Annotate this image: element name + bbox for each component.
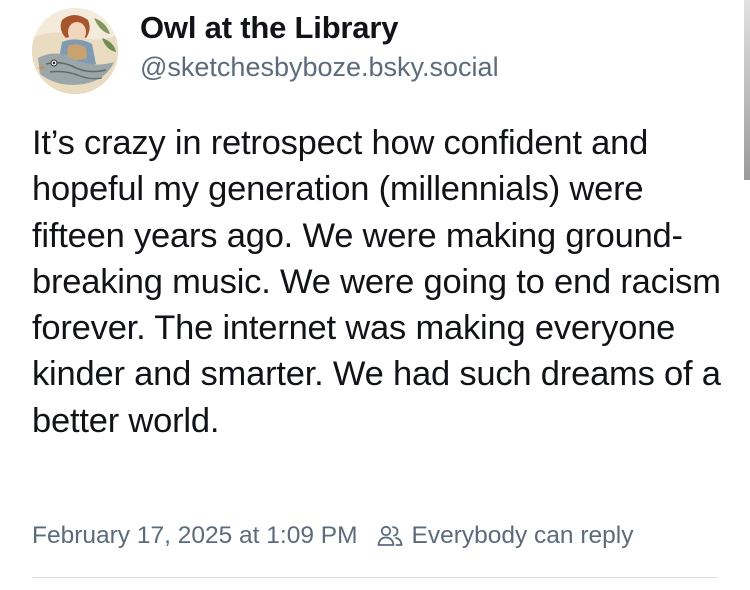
post-meta: February 17, 2025 at 1:09 PM Everybody c…	[32, 522, 633, 550]
divider	[32, 577, 718, 578]
reply-setting-label: Everybody can reply	[411, 522, 634, 549]
post-text: It’s crazy in retrospect how confident a…	[32, 124, 721, 440]
avatar[interactable]	[32, 8, 118, 94]
post-detail: Owl at the Library @sketchesbyboze.bsky.…	[0, 0, 750, 590]
author-handle[interactable]: @sketchesbyboze.bsky.social	[140, 52, 499, 83]
scrollbar[interactable]	[744, 0, 750, 180]
author-display-name[interactable]: Owl at the Library	[140, 10, 398, 46]
people-icon	[376, 522, 404, 550]
reply-setting: Everybody can reply	[376, 522, 634, 550]
illustrated-avatar-icon	[32, 8, 118, 94]
post-timestamp[interactable]: February 17, 2025 at 1:09 PM	[32, 522, 358, 550]
